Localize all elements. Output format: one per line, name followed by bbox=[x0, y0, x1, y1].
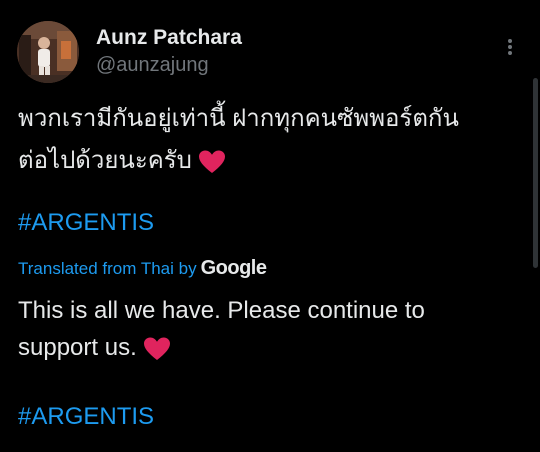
translation-line-2-text: support us. bbox=[18, 334, 137, 361]
translation-line-1: This is all we have. Please continue to bbox=[18, 297, 425, 324]
author-display-name[interactable]: Aunz Patchara bbox=[96, 26, 242, 50]
translated-by-label[interactable]: Translated from Thai by Google bbox=[18, 257, 267, 280]
hashtag-link-translation[interactable]: #ARGENTIS bbox=[18, 403, 154, 431]
hashtag-link[interactable]: #ARGENTIS bbox=[18, 209, 154, 237]
translation-line-2: support us. bbox=[18, 334, 171, 362]
author-handle[interactable]: @aunzajung bbox=[96, 54, 209, 77]
scrollbar[interactable] bbox=[533, 78, 538, 268]
tweet-text-line-2-text: ต่อไปด้วยนะครับ bbox=[18, 147, 192, 174]
heart-icon bbox=[143, 337, 170, 360]
author-avatar[interactable] bbox=[17, 21, 79, 83]
avatar-photo bbox=[17, 21, 79, 83]
more-options-icon[interactable] bbox=[500, 34, 520, 60]
tweet-text-line-1: พวกเรามีกันอยู่เท่านี้ ฝากทุกคนซัพพอร์ตก… bbox=[18, 105, 459, 132]
google-logo: Google bbox=[200, 257, 267, 279]
heart-icon bbox=[198, 150, 225, 173]
tweet-text-line-2: ต่อไปด้วยนะครับ bbox=[18, 140, 226, 179]
translated-from-text: Translated from Thai by bbox=[18, 259, 197, 278]
